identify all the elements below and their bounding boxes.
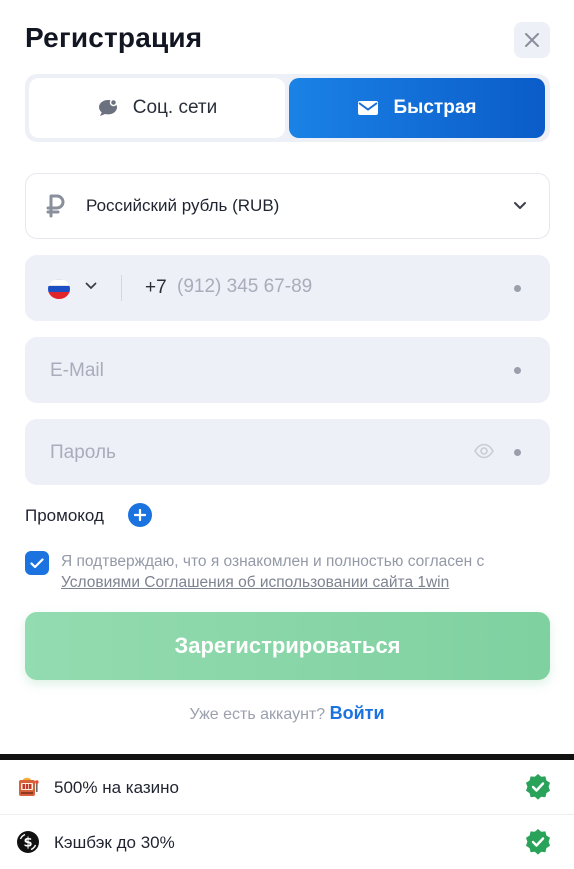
agreement-link[interactable]: Условиями Соглашения об использовании са…: [61, 574, 449, 591]
envelope-icon: [358, 101, 379, 115]
eye-icon[interactable]: [474, 443, 494, 459]
bonus-text: 500% на казино: [54, 778, 179, 797]
bonus-panel: 500% на казино $ Кэшбэк до 30%: [0, 760, 574, 869]
verified-badge-icon: [526, 829, 550, 855]
tab-social-label: Соц. сети: [132, 97, 218, 118]
registration-tabs: Соц. сети Быстрая: [25, 74, 550, 142]
cashback-icon: $: [17, 831, 39, 853]
chevron-down-icon[interactable]: [85, 282, 97, 290]
chevron-down-icon: [514, 202, 526, 209]
agreement-text: Я подтверждаю, что я ознакомлен и полнос…: [61, 551, 551, 593]
russia-flag-icon[interactable]: [48, 279, 70, 299]
bonus-row: 500% на казино: [0, 760, 574, 815]
tab-quick[interactable]: Быстрая: [289, 78, 545, 138]
login-row: Уже есть аккаунт? Войти: [0, 703, 574, 724]
phone-input[interactable]: [175, 275, 479, 299]
phone-divider: [121, 275, 122, 301]
email-input[interactable]: [48, 359, 352, 383]
currency-label: Российский рубль (RUB): [86, 196, 280, 215]
modal-title: Регистрация: [25, 22, 203, 53]
phone-prefix: +7: [145, 277, 167, 298]
phone-field: +7: [25, 255, 550, 321]
bonus-text: Кэшбэк до 30%: [54, 833, 175, 852]
plus-icon: [134, 509, 146, 521]
add-promo-button[interactable]: [128, 503, 152, 527]
close-icon: [525, 33, 539, 47]
password-input[interactable]: [48, 441, 352, 465]
chat-bubble-icon: [98, 98, 117, 116]
verified-badge-icon: [526, 774, 550, 800]
required-dot: [514, 285, 521, 292]
tab-quick-label: Быстрая: [393, 97, 477, 118]
login-prompt: Уже есть аккаунт?: [189, 706, 326, 723]
close-button[interactable]: [514, 22, 550, 58]
agreement-statement: Я подтверждаю, что я ознакомлен и полнос…: [61, 553, 485, 570]
promo-label[interactable]: Промокод: [25, 506, 104, 526]
svg-text:$: $: [23, 836, 32, 851]
required-dot: [514, 449, 521, 456]
ruble-icon: [46, 194, 65, 218]
bonus-row: $ Кэшбэк до 30%: [0, 815, 574, 869]
currency-select[interactable]: Российский рубль (RUB): [25, 173, 550, 239]
checkmark-icon: [30, 557, 44, 568]
email-field: [25, 337, 550, 403]
register-button[interactable]: Зарегистрироваться: [25, 612, 550, 680]
slot-machine-icon: [19, 777, 39, 796]
login-link[interactable]: Войти: [330, 703, 385, 723]
password-field: [25, 419, 550, 485]
agreement-checkbox[interactable]: [25, 551, 49, 575]
registration-modal: Регистрация Соц. сети Быстрая Российский…: [0, 0, 574, 754]
required-dot: [514, 367, 521, 374]
tab-social[interactable]: Соц. сети: [29, 78, 285, 138]
